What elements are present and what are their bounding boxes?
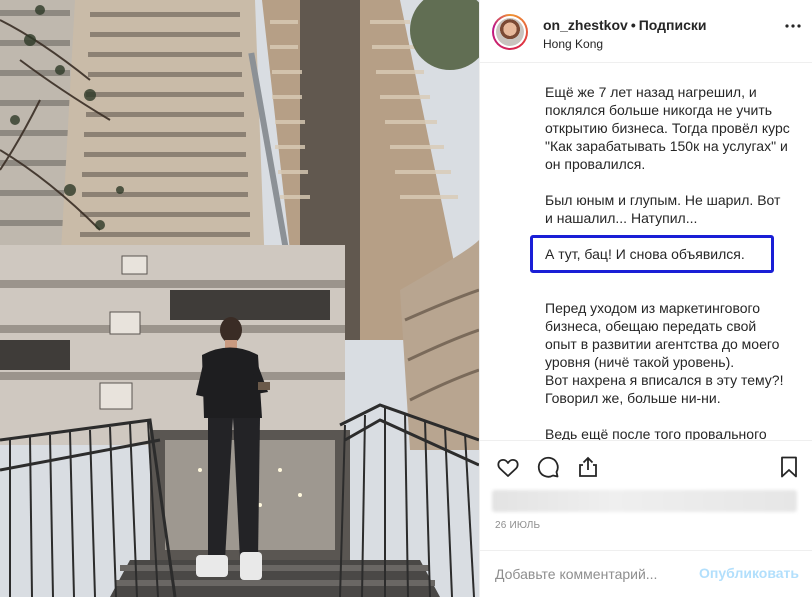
caption-paragraph: Был юным и глупым. Не шарил. Вот и нашал… bbox=[545, 192, 781, 226]
more-icon[interactable] bbox=[785, 24, 801, 28]
location-link[interactable]: Hong Kong bbox=[543, 37, 603, 51]
share-icon[interactable] bbox=[576, 455, 600, 479]
post-date[interactable]: 26 ИЮЛЬ bbox=[495, 520, 540, 531]
post-photo[interactable] bbox=[0, 0, 479, 597]
avatar[interactable] bbox=[492, 14, 528, 50]
caption-paragraph: Перед уходом из маркетингового бизнеса, … bbox=[545, 300, 780, 370]
username-line: on_zhestkov • Подписки bbox=[543, 17, 707, 33]
comment-icon[interactable] bbox=[536, 455, 560, 479]
likes-count-blurred bbox=[492, 490, 797, 512]
separator-dot: • bbox=[630, 17, 636, 33]
heart-icon[interactable] bbox=[496, 455, 520, 479]
post-header: on_zhestkov • Подписки Hong Kong bbox=[480, 0, 812, 63]
bookmark-icon[interactable] bbox=[777, 455, 801, 479]
comment-input[interactable] bbox=[495, 564, 685, 584]
avatar-image bbox=[496, 18, 524, 46]
follow-status-button[interactable]: Подписки bbox=[639, 17, 707, 33]
publish-button[interactable]: Опубликовать bbox=[699, 565, 799, 581]
post-panel: on_zhestkov • Подписки Hong Kong Ещё же 7 … bbox=[479, 0, 812, 597]
caption-paragraph-highlighted: А тут, бац! И снова объявился. bbox=[545, 246, 745, 262]
comment-bar: Опубликовать bbox=[480, 550, 812, 598]
caption-paragraph: Вот нахрена я вписался в эту тему?! Гово… bbox=[545, 372, 784, 406]
caption-paragraph: Ведь ещё после того провального bbox=[545, 426, 767, 440]
post-photo-illustration bbox=[0, 0, 479, 597]
action-bar: 26 ИЮЛЬ bbox=[480, 440, 812, 541]
username-link[interactable]: on_zhestkov bbox=[543, 17, 628, 33]
caption-scroll-area[interactable]: Ещё же 7 лет назад нагрешил, и поклялся … bbox=[480, 63, 812, 440]
caption-paragraph: Ещё же 7 лет назад нагрешил, и поклялся … bbox=[545, 84, 790, 172]
